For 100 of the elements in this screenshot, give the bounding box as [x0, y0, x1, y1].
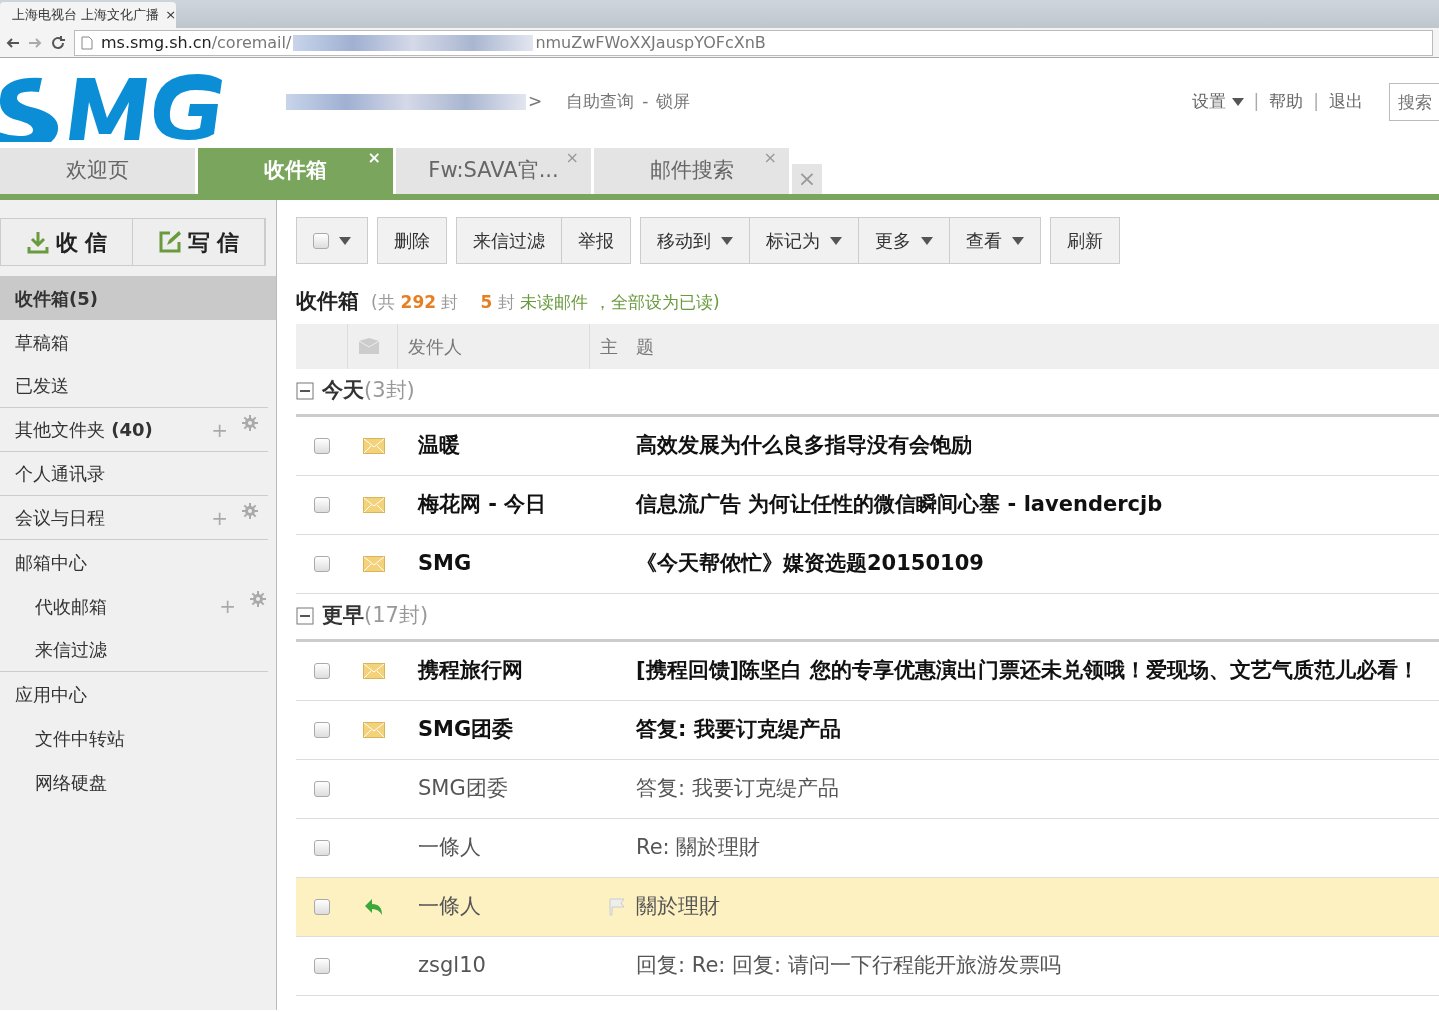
sender-name: 温暖 [418, 432, 460, 457]
checkbox[interactable] [314, 721, 330, 738]
header-link[interactable]: 设置 [1192, 89, 1244, 115]
caret-icon [921, 235, 933, 246]
header-link[interactable]: 帮助 [1269, 89, 1304, 115]
mail-tab[interactable]: 邮件搜索 × [594, 148, 789, 194]
separator: | [1253, 90, 1260, 114]
separator-dash: - [642, 90, 649, 114]
folder-item[interactable]: 文件中转站 [35, 724, 125, 752]
toolbar-button[interactable]: 移动到 [641, 218, 750, 263]
folder-item[interactable]: 会议与日程 [15, 504, 105, 531]
mail-tab[interactable]: 欢迎页 [0, 148, 195, 194]
folder-item[interactable]: 代收邮箱 [35, 592, 107, 620]
folder-item[interactable]: 个人通讯录 [15, 460, 105, 487]
mail-subject: 答复: 我要订克缇产品 [636, 774, 839, 802]
search-field[interactable]: 搜索 [1389, 83, 1439, 121]
mail-row[interactable]: 一條人 關於理財 [296, 877, 1439, 937]
envelope-icon [363, 662, 385, 679]
url-tail: nmuZwFWoXXJauspYOFcXnB [535, 31, 766, 54]
toolbar-button[interactable]: 刷新 [1051, 218, 1119, 263]
header-link[interactable]: 退出 [1329, 89, 1363, 115]
folder-item[interactable]: 网络硬盘 [35, 768, 107, 796]
mail-subject: 答复: 我要订克缇产品 [636, 715, 841, 743]
url-host: ms.smg.sh.cn [101, 31, 212, 54]
header-link[interactable]: 锁屏 [656, 89, 691, 115]
mail-subject: Re: 關於理財 [636, 833, 761, 861]
toolbar-button[interactable]: 标记为 [750, 218, 859, 263]
mail-subject: [携程回馈]陈坚白 您的专享优惠演出门票还未兑领哦！爱现场、文艺气质范儿必看！ [636, 656, 1419, 684]
sender-name: 一條人 [418, 893, 481, 918]
mail-subject: 關於理財 [636, 892, 720, 920]
folder-item[interactable]: 应用中心 [15, 680, 87, 708]
sender-name: 梅花网 - 今日 [418, 491, 547, 516]
browser-tab[interactable]: 上海电视台 上海文化广播 × [0, 2, 176, 28]
mail-subject: 回复: Re: 回复: 请问一下行程能开旅游发票吗 [636, 951, 1061, 979]
mail-row[interactable]: SMG团委 答复: 我要订克缇产品 [296, 700, 1439, 760]
folder-item[interactable]: 收件箱(5) [15, 284, 98, 312]
select-all-dropdown[interactable] [297, 218, 367, 263]
checkbox[interactable] [314, 898, 330, 915]
checkbox[interactable] [314, 555, 330, 572]
gear-icon[interactable] [242, 414, 258, 431]
folder-item[interactable]: 邮箱中心 [15, 548, 87, 576]
back-icon [6, 35, 20, 50]
sender-name: 一條人 [418, 834, 481, 859]
mail-row[interactable]: SMG团委 答复: 我要订克缇产品 [296, 759, 1439, 819]
caret-icon [721, 235, 733, 246]
sender-name: 携程旅行网 [418, 657, 523, 682]
flag-icon[interactable] [609, 897, 625, 916]
mail-subject: 信息流广告 为何让任性的微信瞬间心塞 - lavendercjb [636, 490, 1163, 518]
envelope-icon [358, 337, 380, 355]
folder-item[interactable]: 已发送 [15, 372, 69, 399]
reply-arrow-icon [364, 897, 384, 916]
caret-icon [1012, 235, 1024, 246]
gear-icon[interactable] [242, 502, 258, 519]
toolbar-button[interactable]: 更多 [859, 218, 950, 263]
mail-row[interactable]: 一條人 Re: 關於理財 [296, 818, 1439, 878]
address-bar[interactable]: ms.smg.sh.cn/coremail/ nmuZwFWoXXJauspYOFcXnB [74, 29, 1433, 56]
header-link[interactable]: 自助查询 [566, 89, 635, 115]
page-icon [81, 35, 93, 50]
message-count: (共 292 封 [371, 291, 459, 314]
envelope-icon [363, 555, 385, 572]
sender-name: SMG团委 [418, 716, 514, 741]
envelope-icon [363, 437, 385, 454]
mail-subject: 《今天帮侬忙》媒资选题20150109 [636, 549, 984, 577]
checkbox[interactable] [314, 662, 330, 679]
mail-row[interactable]: SMG 《今天帮侬忙》媒资选题20150109 [296, 534, 1439, 594]
mail-tab[interactable]: Fw:SAVA官... × [396, 148, 591, 194]
folder-item[interactable]: 来信过滤 [35, 636, 107, 663]
mail-row[interactable]: 携程旅行网 [携程回馈]陈坚白 您的专享优惠演出门票还未兑领哦！爱现场、文艺气质范儿必看！ [296, 641, 1439, 701]
reload-icon [50, 34, 66, 51]
mail-row[interactable]: 梅花网 - 今日 信息流广告 为何让任性的微信瞬间心塞 - lavendercjb [296, 475, 1439, 535]
group-title: 今天(3封) [322, 377, 415, 405]
column-header[interactable]: 主 题 [600, 332, 654, 360]
close-icon[interactable]: × [165, 5, 176, 25]
checkbox[interactable] [314, 957, 330, 974]
sender-name: SMG [418, 550, 472, 575]
toolbar-button[interactable]: 举报 [562, 218, 630, 263]
checkbox[interactable] [314, 437, 330, 454]
tab-title: 上海电视台 上海文化广播 [12, 6, 160, 25]
checkbox[interactable] [314, 780, 330, 797]
group-title: 更早(17封) [322, 602, 429, 630]
column-header[interactable]: 发件人 [408, 332, 462, 360]
collapse-icon[interactable] [296, 607, 314, 625]
toolbar-button[interactable]: 删除 [378, 218, 446, 263]
download-icon [25, 230, 50, 254]
url-path: /coremail/ [211, 31, 292, 54]
caret-icon [1231, 97, 1244, 108]
gear-icon[interactable] [250, 591, 266, 607]
mail-row[interactable]: 温暖 高效发展为什么良多指导没有会饱励 [296, 416, 1439, 476]
folder-item[interactable]: 其他文件夹 (40) [15, 416, 153, 443]
collapse-icon[interactable] [296, 382, 314, 400]
checkbox[interactable] [314, 839, 330, 856]
folder-title: 收件箱 [296, 288, 359, 315]
separator: | [1313, 90, 1319, 114]
unread-count: 5 封 未读邮件 [480, 291, 589, 314]
folder-item[interactable]: 草稿箱 [15, 328, 69, 356]
toolbar-button[interactable]: 查看 [950, 218, 1040, 263]
mail-row[interactable]: zsgl10 回复: Re: 回复: 请问一下行程能开旅游发票吗 [296, 936, 1439, 996]
user-link[interactable]: > [528, 89, 543, 115]
toolbar-button[interactable]: 来信过滤 [457, 218, 562, 263]
checkbox[interactable] [314, 496, 330, 513]
